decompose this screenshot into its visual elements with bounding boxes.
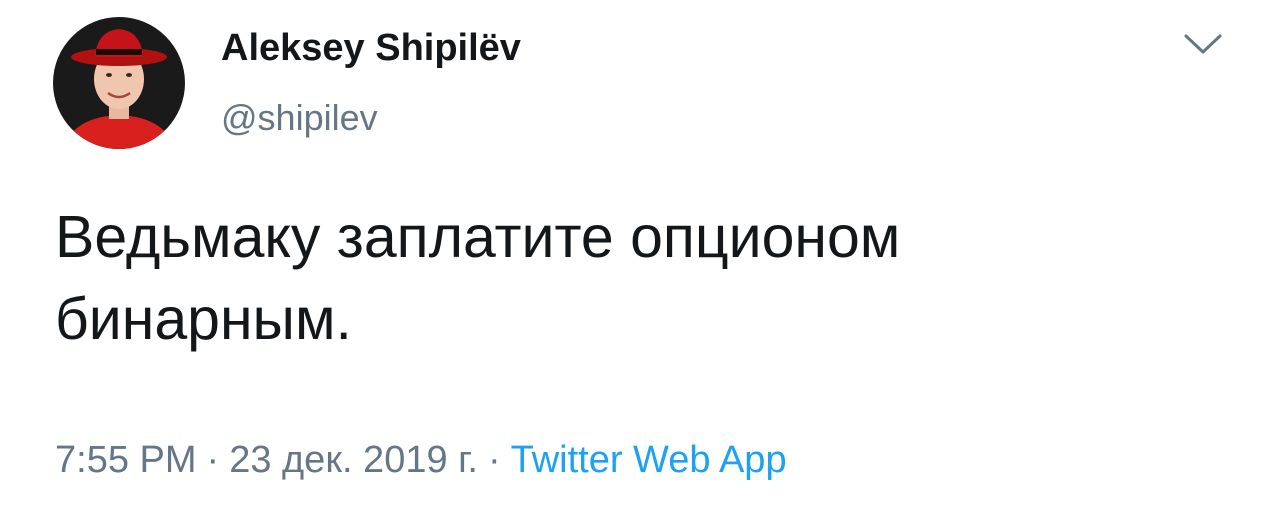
tweet-menu-button[interactable] — [1176, 22, 1230, 66]
display-name[interactable]: Aleksey Shipilëv — [221, 22, 521, 74]
tweet-text: Ведьмаку заплатите опционом бинарным. — [55, 196, 1235, 360]
tweet-source-link[interactable]: Twitter Web App — [511, 439, 787, 481]
tweet-card: Aleksey Shipilëv @shipilev Ведьмаку запл… — [0, 0, 1280, 515]
avatar[interactable] — [53, 17, 185, 149]
separator: · — [487, 439, 501, 481]
tweet-text-line-2: бинарным. — [55, 286, 352, 352]
avatar-image — [53, 17, 185, 149]
chevron-down-icon — [1184, 34, 1222, 54]
user-handle[interactable]: @shipilev — [221, 94, 378, 142]
tweet-text-line-1: Ведьмаку заплатите опционом — [55, 204, 901, 270]
tweet-time[interactable]: 7:55 PM — [55, 439, 197, 481]
tweet-date[interactable]: 23 дек. 2019 г. — [229, 439, 478, 481]
separator: · — [206, 439, 220, 481]
tweet-metadata: 7:55 PM · 23 дек. 2019 г. · Twitter Web App — [55, 432, 787, 488]
